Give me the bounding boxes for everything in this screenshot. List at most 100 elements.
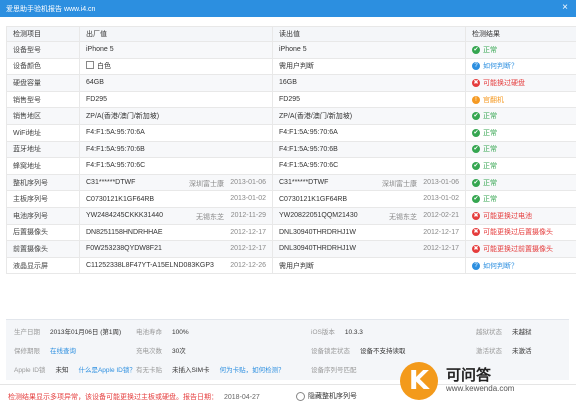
row-read-date: 2013-01-02 — [423, 195, 459, 202]
row-factory-date: 2012-12-17 — [230, 245, 266, 252]
row-result-cell: ?如何判断？ — [466, 257, 576, 274]
hide-serial-radio[interactable] — [296, 392, 305, 401]
check-circle-icon: ✔ — [472, 195, 480, 203]
table-header-row: 检测项目 出厂值 读出值 检测结果 — [7, 27, 576, 42]
result-label: 正常 — [483, 194, 497, 204]
header-item: 检测项目 — [7, 27, 80, 42]
info-manufacture-date: 生产日期2013年01月06日 (第1周) — [14, 326, 121, 336]
table-row: 设备颜色 白色 需用户判断 ?如何判断？ — [7, 58, 576, 75]
table-row: 前置摄像头F0W253238QYDW8F212012-12-17DNL30940… — [7, 241, 576, 258]
row-factory-cell: F4:F1:5A:95:70:6C — [80, 158, 273, 175]
row-read-value: F4:F1:5A:95:70:6B — [279, 146, 338, 153]
info-jailbreak: 越狱状态未越狱 — [476, 326, 532, 336]
row-factory-cell: 白色 — [80, 58, 273, 75]
hide-serial-toggle[interactable]: 隐藏整机序列号 — [296, 391, 357, 401]
result-label: 可能更换过电池 — [483, 211, 532, 221]
table-row: 蓝牙地址 F4:F1:5A:95:70:6B F4:F1:5A:95:70:6B ✔正… — [7, 141, 576, 158]
row-read-cell: FD295 — [273, 91, 466, 108]
warning-circle-icon: ! — [472, 96, 480, 104]
result-status: ✔正常 — [472, 194, 497, 204]
row-result-cell: ✔正常 — [466, 42, 576, 59]
check-circle-icon: ✔ — [472, 162, 480, 170]
row-item: 后置摄像头 — [7, 224, 80, 241]
row-read-date: 2012-02-21 — [423, 212, 459, 219]
row-factory-value: DN8251158HNDRHHAE — [86, 229, 163, 236]
apple-id-lock-help-link[interactable]: 什么是Apple ID锁？ — [78, 367, 135, 374]
info-device-lock: 设备锁定状态设备不支持读取 — [311, 345, 406, 355]
result-label: 可能换过硬盘 — [483, 78, 525, 88]
row-read-value: FD295 — [279, 96, 300, 103]
row-factory-cell: F0W253238QYDW8F212012-12-17 — [80, 241, 273, 258]
result-status[interactable]: ?如何判断？ — [472, 61, 518, 71]
row-result-cell: ✔正常 — [466, 158, 576, 175]
row-factory-cell: 64GB — [80, 75, 273, 92]
check-circle-icon: ✔ — [472, 112, 480, 120]
sim-sticker-help-link[interactable]: 何为卡贴，如何检测？ — [220, 367, 285, 374]
result-label: 如何判断？ — [483, 261, 518, 271]
header-result: 检测结果 — [466, 27, 576, 42]
row-result-cell: ✔正常 — [466, 108, 576, 125]
result-status: ✖可能更换过前置摄像头 — [472, 244, 553, 254]
row-factory-value: F4:F1:5A:95:70:6B — [86, 146, 145, 153]
row-factory-date: 2012-12-17 — [230, 229, 266, 236]
result-status: ✔正常 — [472, 128, 497, 138]
row-result-cell: !官翻机 — [466, 91, 576, 108]
row-result-cell: ✔正常 — [466, 124, 576, 141]
row-factory-note: 无锡东芝 — [196, 212, 224, 222]
row-factory-value: C11252338L8F47YT-A15ELND083KGP3 — [86, 262, 214, 269]
row-item: 蓝牙地址 — [7, 141, 80, 158]
row-item: 销售地区 — [7, 108, 80, 125]
info-ios-version: iOS版本10.3.3 — [311, 326, 363, 336]
row-read-cell: iPhone 5 — [273, 42, 466, 59]
row-read-note: 深圳富士康 — [382, 179, 417, 189]
result-status[interactable]: ?如何判断？ — [472, 261, 518, 271]
row-item: WiFi地址 — [7, 124, 80, 141]
row-item: 蜂窝地址 — [7, 158, 80, 175]
row-read-value: 需用户判断 — [279, 63, 314, 70]
color-swatch-box — [86, 61, 94, 69]
row-factory-value: C31******DTWF — [86, 179, 135, 186]
row-factory-cell: C31******DTWF深圳富士康2013-01-06 — [80, 174, 273, 191]
row-factory-value: 白色 — [97, 63, 111, 70]
row-result-cell: ?如何判断？ — [466, 58, 576, 75]
check-circle-icon: ✔ — [472, 129, 480, 137]
table-row: 销售型号FD295FD295!官翻机 — [7, 91, 576, 108]
row-item: 整机序列号 — [7, 174, 80, 191]
row-read-value: DNL30940THRDRHJ1W — [279, 245, 356, 252]
row-read-value: DNL30940THRDRHJ1W — [279, 229, 356, 236]
row-item: 液晶显示屏 — [7, 257, 80, 274]
row-factory-value: YW2484245CKKK31440 — [86, 212, 163, 219]
row-factory-value: FD295 — [86, 96, 107, 103]
table-row: 销售地区ZP/A(香港/澳门/新加坡)ZP/A(香港/澳门/新加坡)✔正常 — [7, 108, 576, 125]
report-table: 检测项目 出厂值 读出值 检测结果 设备型号iPhone 5iPhone 5✔正… — [6, 26, 576, 274]
row-factory-cell: C11252338L8F47YT-A15ELND083KGP32012-12-2… — [80, 257, 273, 274]
row-factory-cell: YW2484245CKKK31440无锡东芝2012-11-29 — [80, 207, 273, 224]
question-circle-icon: ? — [472, 62, 480, 70]
result-label: 正常 — [483, 178, 497, 188]
row-read-value: F4:F1:5A:95:70:6A — [279, 129, 338, 136]
report-warning: 检测结果显示多项异常，该设备可能更换过主板或硬盘。报告日期：2018-04-27 — [8, 392, 260, 402]
row-result-cell: ✔正常 — [466, 191, 576, 208]
brand-name: 可问答 — [446, 364, 491, 385]
result-label: 正常 — [483, 128, 497, 138]
row-factory-value: F4:F1:5A:95:70:6A — [86, 129, 145, 136]
close-icon[interactable]: × — [562, 2, 568, 13]
result-label: 正常 — [483, 161, 497, 171]
report-date: 2018-04-27 — [224, 394, 260, 401]
result-label: 可能更换过前置摄像头 — [483, 244, 553, 254]
info-warranty: 保修期限在线查询 — [14, 345, 76, 355]
row-read-value: 需用户判断 — [279, 263, 314, 270]
row-read-cell: C31******DTWF深圳富士康2013-01-06 — [273, 174, 466, 191]
brand-site: www.kewenda.com — [446, 384, 514, 393]
row-read-cell: 16GB — [273, 75, 466, 92]
row-read-date: 2012-12-17 — [423, 245, 459, 252]
row-item: 设备颜色 — [7, 58, 80, 75]
warranty-query-link[interactable]: 在线查询 — [50, 348, 76, 355]
row-read-date: 2013-01-06 — [423, 179, 459, 186]
watermark-brand: K 可问答 www.kewenda.com — [400, 360, 540, 406]
info-sim-sticker: 有无卡贴未插入SIM卡何为卡贴，如何检测？ — [136, 364, 285, 374]
row-read-value: YW20822051QQM21430 — [279, 212, 358, 219]
result-status: ✔正常 — [472, 178, 497, 188]
result-status: ✔正常 — [472, 144, 497, 154]
result-label: 官翻机 — [483, 95, 504, 105]
